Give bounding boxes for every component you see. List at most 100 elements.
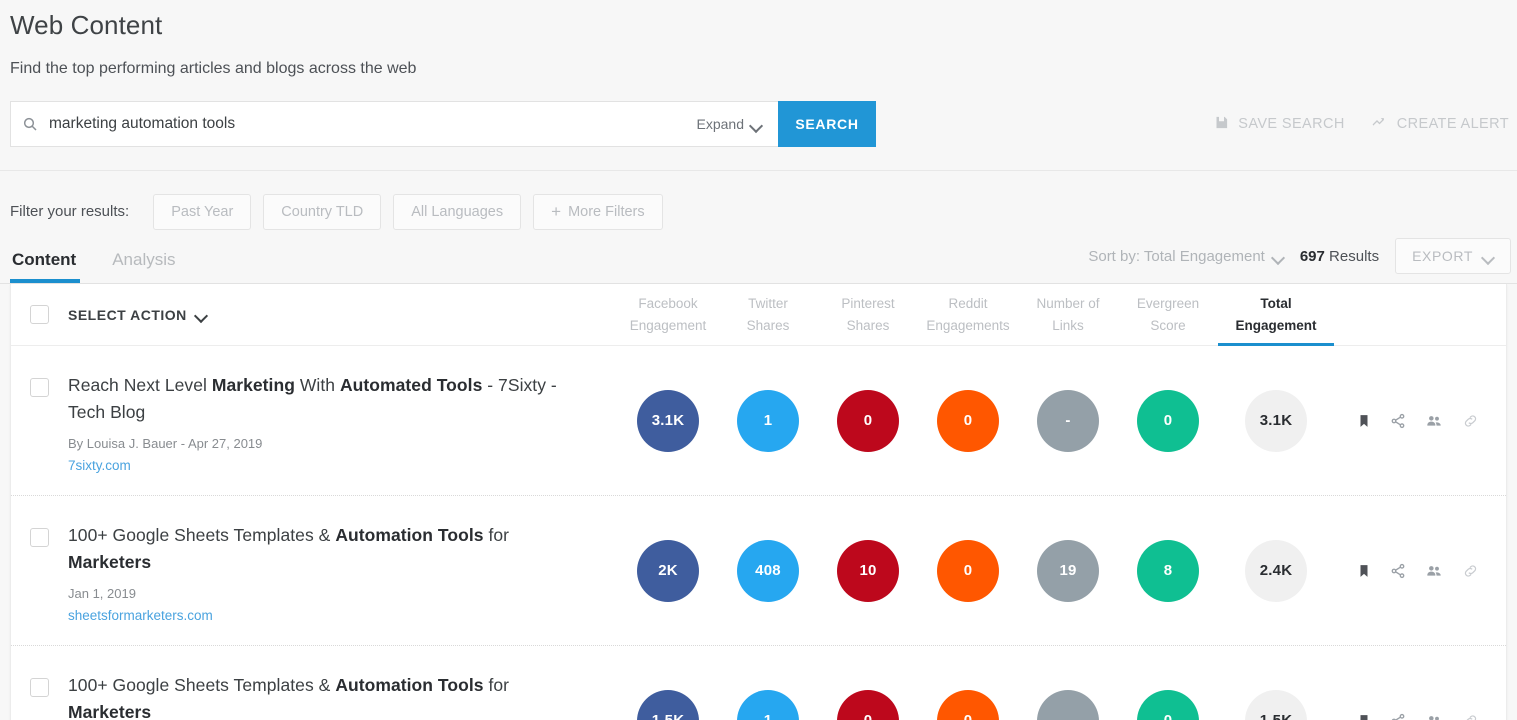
metric-bubble-pinterest: 0 bbox=[837, 389, 899, 452]
sort-by-label: Sort by: Total Engagement bbox=[1088, 247, 1265, 265]
chevron-down-icon bbox=[1483, 253, 1494, 260]
column-pinterest-shares[interactable]: Pinterest Shares bbox=[818, 284, 918, 345]
filter-label: Filter your results: bbox=[10, 203, 130, 220]
row-actions bbox=[1334, 346, 1506, 495]
metric-cell-total: 1.5K bbox=[1218, 646, 1334, 720]
bookmark-icon[interactable] bbox=[1357, 713, 1371, 720]
metric-bubble-evergreen: 0 bbox=[1137, 689, 1199, 720]
metric-cell-total: 2.4K bbox=[1218, 496, 1334, 645]
title-text: With bbox=[294, 375, 340, 395]
metric-bubble-evergreen: 0 bbox=[1137, 389, 1199, 452]
column-facebook-engagement[interactable]: Facebook Engagement bbox=[618, 284, 718, 345]
article-title[interactable]: 100+ Google Sheets Templates & Automatio… bbox=[68, 522, 578, 576]
select-all-cell bbox=[11, 284, 68, 345]
filter-chip-more-filters[interactable]: + More Filters bbox=[533, 193, 663, 230]
filter-chip-past-year[interactable]: Past Year bbox=[153, 193, 252, 230]
metric-bubble-links: 19 bbox=[1037, 539, 1099, 602]
link-icon[interactable] bbox=[1462, 713, 1479, 720]
search-box: Expand bbox=[10, 101, 778, 147]
title-text: 100+ Google Sheets Templates & bbox=[68, 525, 336, 545]
metric-cell-links: - bbox=[1018, 346, 1118, 495]
metric-bubble-reddit: 0 bbox=[937, 539, 999, 602]
article-domain-link[interactable]: sheetsformarketers.com bbox=[68, 608, 578, 623]
metric-bubble-total: 1.5K bbox=[1245, 689, 1307, 720]
title-highlight: Marketers bbox=[68, 702, 152, 720]
metric-bubble-pinterest: 10 bbox=[837, 539, 899, 602]
create-alert-label: CREATE ALERT bbox=[1396, 116, 1509, 132]
select-action-dropdown[interactable]: SELECT ACTION bbox=[68, 307, 207, 323]
people-icon[interactable] bbox=[1425, 563, 1443, 579]
link-icon[interactable] bbox=[1462, 563, 1479, 579]
metric-bubble-reddit: 0 bbox=[937, 389, 999, 452]
title-highlight: Automated Tools bbox=[339, 375, 483, 395]
search-button[interactable]: SEARCH bbox=[778, 101, 876, 147]
metric-bubble-links: - bbox=[1037, 389, 1099, 452]
save-search-button[interactable]: SAVE SEARCH bbox=[1214, 115, 1344, 134]
bookmark-icon[interactable] bbox=[1357, 563, 1371, 579]
metric-cell-links: - bbox=[1018, 646, 1118, 720]
share-icon[interactable] bbox=[1390, 713, 1406, 720]
filter-chip-all-languages[interactable]: All Languages bbox=[393, 193, 522, 230]
metric-cell-pinterest: 0 bbox=[818, 346, 918, 495]
sort-by-dropdown[interactable]: Sort by: Total Engagement bbox=[1088, 248, 1284, 265]
article-title[interactable]: 100+ Google Sheets Templates & Automatio… bbox=[68, 672, 578, 720]
expand-label: Expand bbox=[696, 116, 744, 132]
metric-cell-total: 3.1K bbox=[1218, 346, 1334, 495]
metric-bubble-reddit: 0 bbox=[937, 689, 999, 720]
table-row: 100+ Google Sheets Templates & Automatio… bbox=[11, 496, 1506, 646]
export-label: EXPORT bbox=[1412, 248, 1473, 264]
trending-up-icon bbox=[1371, 115, 1388, 134]
export-button[interactable]: EXPORT bbox=[1395, 238, 1511, 274]
chevron-down-icon bbox=[1273, 253, 1284, 260]
tab-analysis[interactable]: Analysis bbox=[110, 250, 179, 283]
search-row: Expand SEARCH SAVE SEARCH CREATE ALERT bbox=[0, 101, 1517, 147]
column-reddit-engagements[interactable]: Reddit Engagements bbox=[918, 284, 1018, 345]
select-action-label: SELECT ACTION bbox=[68, 306, 187, 323]
search-input[interactable] bbox=[49, 102, 687, 146]
header-actions: SAVE SEARCH CREATE ALERT bbox=[1214, 115, 1517, 134]
filter-chip-country-tld[interactable]: Country TLD bbox=[263, 193, 382, 230]
row-title-cell: 100+ Google Sheets Templates & Automatio… bbox=[68, 496, 618, 645]
article-domain-link[interactable]: 7sixty.com bbox=[68, 458, 578, 473]
row-title-cell: Reach Next Level Marketing With Automate… bbox=[68, 346, 618, 495]
metric-bubble-total: 3.1K bbox=[1245, 389, 1307, 452]
row-actions bbox=[1334, 646, 1506, 720]
tab-content[interactable]: Content bbox=[10, 250, 81, 283]
people-icon[interactable] bbox=[1425, 413, 1443, 429]
row-actions bbox=[1334, 496, 1506, 645]
column-number-of-links[interactable]: Number of Links bbox=[1018, 284, 1118, 345]
title-text: Reach Next Level bbox=[68, 375, 212, 395]
row-title-cell: 100+ Google Sheets Templates & Automatio… bbox=[68, 646, 618, 720]
column-twitter-shares[interactable]: Twitter Shares bbox=[718, 284, 818, 345]
results-word: Results bbox=[1329, 247, 1380, 265]
results-count: 697 Results bbox=[1300, 248, 1379, 265]
metric-bubble-twitter: 1 bbox=[737, 689, 799, 720]
table-header: SELECT ACTION Facebook Engagement Twitte… bbox=[11, 284, 1506, 346]
metric-cell-twitter: 1 bbox=[718, 646, 818, 720]
column-actions bbox=[1334, 284, 1506, 345]
filter-chip-label: Past Year bbox=[171, 203, 234, 220]
share-icon[interactable] bbox=[1390, 413, 1406, 429]
bookmark-icon[interactable] bbox=[1357, 413, 1371, 429]
article-title[interactable]: Reach Next Level Marketing With Automate… bbox=[68, 372, 578, 426]
metric-cell-facebook: 2K bbox=[618, 496, 718, 645]
row-checkbox[interactable] bbox=[30, 678, 49, 697]
chevron-down-icon bbox=[751, 121, 762, 128]
metric-bubble-links: - bbox=[1037, 689, 1099, 720]
metric-cell-evergreen: 8 bbox=[1118, 496, 1218, 645]
column-total-engagement[interactable]: Total Engagement bbox=[1218, 284, 1334, 346]
title-text: for bbox=[483, 525, 510, 545]
column-evergreen-score[interactable]: Evergreen Score bbox=[1118, 284, 1218, 345]
row-checkbox[interactable] bbox=[30, 528, 49, 547]
share-icon[interactable] bbox=[1390, 563, 1406, 579]
select-all-checkbox[interactable] bbox=[30, 305, 49, 324]
link-icon[interactable] bbox=[1462, 413, 1479, 429]
row-checkbox-cell bbox=[11, 646, 68, 720]
row-checkbox-cell bbox=[11, 346, 68, 495]
expand-dropdown[interactable]: Expand bbox=[687, 102, 778, 146]
search-icon bbox=[11, 116, 49, 132]
title-highlight: Automation Tools bbox=[335, 675, 484, 695]
row-checkbox[interactable] bbox=[30, 378, 49, 397]
people-icon[interactable] bbox=[1425, 713, 1443, 720]
create-alert-button[interactable]: CREATE ALERT bbox=[1371, 115, 1509, 134]
